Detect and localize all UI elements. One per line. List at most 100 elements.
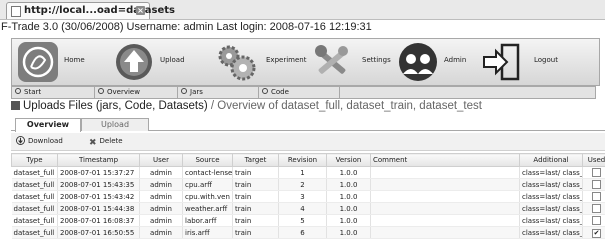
cell-used xyxy=(582,166,605,179)
cell-timestamp: 2008-07-01 16:50:55 xyxy=(57,226,140,239)
cell-version: 1.0.0 xyxy=(326,214,371,227)
cell-type: dataset_full xyxy=(11,202,58,215)
column-header-comment[interactable]: Comment xyxy=(370,153,520,167)
bullet-icon xyxy=(98,88,104,94)
used-checkbox[interactable] xyxy=(592,167,601,177)
column-header-additional[interactable]: Additional xyxy=(519,153,583,167)
datasets-table: Type Timestamp User Source Target Revisi… xyxy=(11,153,605,239)
main-menu: Home Upload Experiment Settings Admin Lo… xyxy=(11,38,600,86)
tab-upload[interactable]: Upload xyxy=(81,118,149,131)
cell-used xyxy=(582,202,605,215)
download-button[interactable]: Download xyxy=(16,136,63,147)
bullet-icon xyxy=(181,88,187,94)
cell-user: admin xyxy=(139,190,183,203)
cell-additional: class=last/ class_ty xyxy=(519,226,583,239)
cell-source: contact-lense xyxy=(182,166,233,179)
tab-overview[interactable]: Overview xyxy=(15,118,81,132)
cell-additional: class=last/ class_ty xyxy=(519,190,583,203)
home-icon xyxy=(18,42,58,82)
browser-tab[interactable]: http://local...oad=datasets × xyxy=(6,2,175,19)
menu-label-home: Home xyxy=(64,56,85,64)
menu-label-upload: Upload xyxy=(160,56,185,64)
cell-comment xyxy=(370,190,520,203)
subnav-item-code[interactable]: Code xyxy=(259,87,340,98)
table-row[interactable]: dataset_full 2008-07-01 15:37:27 admin c… xyxy=(11,166,605,179)
browser-tab-bar: http://local...oad=datasets × xyxy=(0,0,605,20)
cell-additional: class=last/ class_ty xyxy=(519,214,583,227)
delete-label: Delete xyxy=(99,137,123,145)
logout-icon xyxy=(483,43,520,81)
tools-icon xyxy=(315,45,348,74)
app-header-line: F-Trade 3.0 (30/06/2008) Username: admin… xyxy=(1,21,372,33)
upload-icon xyxy=(116,44,152,80)
subnav-item-start[interactable]: Start xyxy=(12,87,95,98)
column-header-target[interactable]: Target xyxy=(232,153,279,167)
cell-comment xyxy=(370,214,520,227)
cell-timestamp: 2008-07-01 15:37:27 xyxy=(57,166,140,179)
subnav-item-overview[interactable]: Overview xyxy=(95,87,178,98)
subnav-item-jars[interactable]: Jars xyxy=(178,87,259,98)
bullet-icon xyxy=(262,88,268,94)
cell-revision: 4 xyxy=(278,202,327,215)
cell-type: dataset_full xyxy=(11,166,58,179)
close-tab-icon[interactable]: × xyxy=(136,6,145,15)
cell-revision: 6 xyxy=(278,226,327,239)
cell-user: admin xyxy=(139,166,183,179)
cell-type: dataset_full xyxy=(11,214,58,227)
table-row[interactable]: dataset_full 2008-07-01 15:43:42 admin c… xyxy=(11,190,605,203)
column-header-source[interactable]: Source xyxy=(182,153,233,167)
cell-timestamp: 2008-07-01 16:08:37 xyxy=(57,214,140,227)
cell-comment xyxy=(370,202,520,215)
cell-additional: class=last/ class_ty xyxy=(519,178,583,191)
cell-additional: class=last/ class_ty xyxy=(519,166,583,179)
column-header-used[interactable]: Used xyxy=(582,153,605,167)
delete-icon: ✖ xyxy=(89,138,97,148)
page-icon xyxy=(11,6,21,17)
used-checkbox[interactable] xyxy=(592,191,601,201)
table-row[interactable]: dataset_full 2008-07-01 15:43:35 admin c… xyxy=(11,178,605,191)
cell-source: cpu.with.ven xyxy=(182,190,233,203)
subnav-label: Start xyxy=(24,88,42,96)
used-checkbox[interactable] xyxy=(592,179,601,189)
cell-target: train xyxy=(232,202,279,215)
column-header-version[interactable]: Version xyxy=(326,153,371,167)
sub-navigation: Start Overview Jars Code xyxy=(11,86,596,99)
column-header-type[interactable]: Type xyxy=(11,153,58,167)
cell-target: train xyxy=(232,214,279,227)
table-row[interactable]: dataset_full 2008-07-01 15:44:38 admin w… xyxy=(11,202,605,215)
cell-type: dataset_full xyxy=(11,226,58,239)
column-header-user[interactable]: User xyxy=(139,153,183,167)
subnav-label: Jars xyxy=(190,88,203,96)
subnav-label: Code xyxy=(271,88,289,96)
cell-target: train xyxy=(232,166,279,179)
cell-used: ✔ xyxy=(582,226,605,239)
used-checkbox-checked[interactable]: ✔ xyxy=(592,228,601,238)
cell-used xyxy=(582,190,605,203)
cell-used xyxy=(582,178,605,191)
cell-additional: class=last/ class_ty xyxy=(519,202,583,215)
cell-comment xyxy=(370,226,520,239)
column-header-timestamp[interactable]: Timestamp xyxy=(57,153,140,167)
download-label: Download xyxy=(28,137,63,145)
cell-source: cpu.arff xyxy=(182,178,233,191)
cell-user: admin xyxy=(139,214,183,227)
menu-item-upload[interactable]: Upload xyxy=(114,39,214,85)
page-title: Uploads Files (jars, Code, Datasets) / O… xyxy=(11,100,482,112)
menu-item-home[interactable]: Home xyxy=(18,39,128,85)
menu-item-experiment[interactable]: Experiment xyxy=(216,39,326,85)
cell-user: admin xyxy=(139,226,183,239)
cell-revision: 2 xyxy=(278,178,327,191)
panel-tabs: Overview Upload xyxy=(11,117,605,132)
delete-button[interactable]: ✖ Delete xyxy=(89,136,123,148)
cell-revision: 5 xyxy=(278,214,327,227)
column-header-revision[interactable]: Revision xyxy=(278,153,327,167)
used-checkbox[interactable] xyxy=(592,203,601,213)
subnav-label: Overview xyxy=(107,88,140,96)
table-row[interactable]: dataset_full 2008-07-01 16:08:37 admin l… xyxy=(11,214,605,227)
table-row[interactable]: dataset_full 2008-07-01 16:50:55 admin i… xyxy=(11,226,605,239)
menu-item-settings[interactable]: Settings xyxy=(312,39,412,85)
menu-item-logout[interactable]: Logout xyxy=(482,39,592,85)
used-checkbox[interactable] xyxy=(592,215,601,225)
cell-timestamp: 2008-07-01 15:43:35 xyxy=(57,178,140,191)
cell-version: 1.0.0 xyxy=(326,190,371,203)
